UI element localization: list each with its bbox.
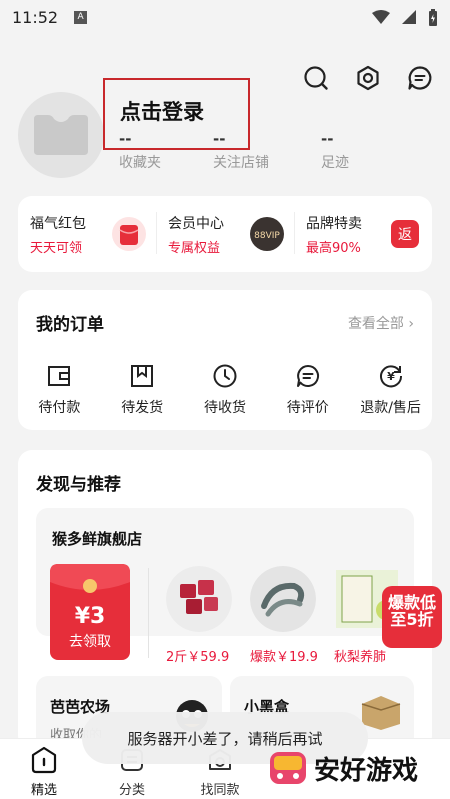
product-price: 秋梨养肺 <box>334 650 387 665</box>
order-label: 待付款 <box>38 400 81 416</box>
orders-card: 我的订单 查看全部 › 待付款 待发货 待收货 待评价 ¥ 退款/售后 <box>18 290 432 430</box>
divider <box>148 568 149 658</box>
return-badge-icon: 返 <box>388 217 422 251</box>
box-image-icon <box>361 696 401 730</box>
stat-label: 足迹 <box>321 155 349 171</box>
discover-card: 发现与推荐 猴多鲜旗舰店 ¥3 去领取 2斤￥59.9 爆款￥19.9 秋梨养肺… <box>18 450 432 750</box>
settings-icon[interactable] <box>352 62 384 94</box>
message-icon[interactable] <box>404 62 436 94</box>
shrimp-image <box>250 566 316 632</box>
order-label: 待收货 <box>203 400 246 416</box>
status-bar: 11:52 A <box>0 0 450 34</box>
promo-subtitle: 天天可领 <box>30 240 83 256</box>
stat-favorites[interactable]: -- 收藏夹 <box>119 130 161 172</box>
orders-title: 我的订单 <box>36 315 104 335</box>
sale-badge-line1: 爆款低 <box>387 593 436 612</box>
gamepad-logo-icon <box>270 752 306 784</box>
notification-icon: A <box>74 10 88 24</box>
promo-title: 品牌特卖 <box>306 215 362 232</box>
wallet-icon <box>47 363 71 389</box>
svg-text:¥: ¥ <box>387 370 395 383</box>
promo-subtitle: 专属权益 <box>168 240 221 256</box>
red-packet-coupon[interactable]: ¥3 去领取 <box>50 564 130 660</box>
stat-value: -- <box>321 130 334 148</box>
status-time: 11:52 <box>12 7 59 27</box>
store-card[interactable]: 猴多鲜旗舰店 ¥3 去领取 2斤￥59.9 爆款￥19.9 秋梨养肺 <box>36 508 414 665</box>
order-pending-shipment[interactable]: 待发货 <box>101 363 184 417</box>
stat-label: 收藏夹 <box>119 155 161 171</box>
tab-label: 分类 <box>118 783 145 798</box>
avatar[interactable] <box>18 92 104 178</box>
sale-badge[interactable]: 爆款低 至5折 <box>382 586 442 648</box>
promo-title: 福气红包 <box>30 215 86 232</box>
vip-badge-text: 88VIP <box>254 231 280 241</box>
product-price: 2斤￥59.9 <box>166 650 230 665</box>
clock-icon <box>213 363 237 389</box>
red-packet-label: 去领取 <box>69 634 111 650</box>
promo-red-envelope[interactable]: 福气红包 天天可领 <box>18 196 156 272</box>
home-icon <box>30 745 58 775</box>
stat-label: 关注店铺 <box>213 155 269 171</box>
return-badge-text: 返 <box>398 227 412 243</box>
box-icon <box>130 363 154 389</box>
order-label: 待发货 <box>121 400 164 416</box>
watermark-text: 安好游戏 <box>314 755 419 786</box>
signal-icon <box>402 10 416 24</box>
login-text: 点击登录 <box>120 100 204 124</box>
stat-value: -- <box>213 130 226 148</box>
watermark-logo: 安好游戏 <box>268 748 418 788</box>
battery-icon <box>429 8 437 26</box>
red-envelope-icon <box>112 217 146 251</box>
promo-brand-sale[interactable]: 品牌特卖 最高90% 返 <box>294 196 432 272</box>
order-refund[interactable]: ¥ 退款/售后 <box>349 363 432 417</box>
search-icon[interactable] <box>300 62 332 94</box>
store-name: 猴多鲜旗舰店 <box>52 530 143 548</box>
header-actions <box>300 62 436 94</box>
product-item[interactable]: 爆款￥19.9 <box>250 566 322 665</box>
chevron-right-icon: › <box>408 315 414 332</box>
order-label: 退款/售后 <box>360 400 421 416</box>
promo-card: 福气红包 天天可领 会员中心 专属权益 88VIP 品牌特卖 最高90% 返 <box>18 196 432 272</box>
order-pending-review[interactable]: 待评价 <box>266 363 349 417</box>
red-packet-seal-icon <box>50 564 130 593</box>
comment-icon <box>296 363 320 389</box>
product-item[interactable]: 2斤￥59.9 <box>166 566 238 665</box>
promo-title: 会员中心 <box>168 215 224 232</box>
order-pending-receipt[interactable]: 待收货 <box>184 363 267 417</box>
stat-footprint[interactable]: -- 足迹 <box>321 130 349 172</box>
view-all-orders-link[interactable]: 查看全部 › <box>348 313 414 333</box>
tab-label: 精选 <box>30 783 57 798</box>
vip-badge-icon: 88VIP <box>250 217 284 251</box>
wifi-icon <box>372 10 390 24</box>
refund-icon: ¥ <box>378 363 404 389</box>
stat-followed-shops[interactable]: -- 关注店铺 <box>213 130 269 172</box>
beef-cubes-image <box>166 566 232 632</box>
promo-subtitle: 最高90% <box>306 240 361 256</box>
order-pending-payment[interactable]: 待付款 <box>18 363 101 417</box>
avatar-placeholder-icon <box>34 115 88 155</box>
red-packet-amount: ¥3 <box>74 604 106 629</box>
order-label: 待评价 <box>286 400 329 416</box>
product-price: 爆款￥19.9 <box>250 650 318 665</box>
tab-label: 找同款 <box>200 783 240 798</box>
tab-featured[interactable]: 精选 <box>0 739 88 799</box>
sale-badge-line2: 至5折 <box>390 610 434 629</box>
discover-title: 发现与推荐 <box>36 475 121 495</box>
stat-value: -- <box>119 130 132 148</box>
promo-member-center[interactable]: 会员中心 专属权益 88VIP <box>156 196 294 272</box>
view-all-label: 查看全部 <box>347 315 404 332</box>
